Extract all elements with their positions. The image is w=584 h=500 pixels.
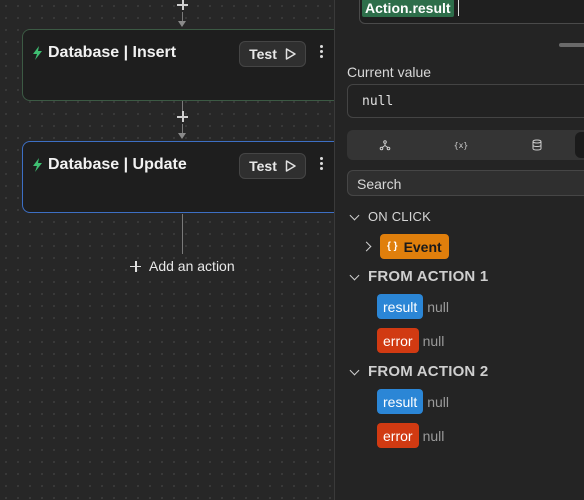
test-button-label: Test [249, 158, 277, 174]
chevron-down-icon [349, 270, 360, 280]
value-text: null [427, 298, 450, 315]
tree-section-on-click[interactable]: ON CLICK [349, 209, 432, 224]
connector-arrow [178, 21, 186, 27]
add-action-button[interactable]: Add an action [130, 258, 235, 274]
connector-line [182, 214, 183, 254]
node-database-insert[interactable]: Database | Insert Test [22, 29, 334, 101]
tree-item-error[interactable]: error null [377, 328, 444, 353]
svg-text:{x}: {x} [454, 141, 468, 150]
value-text: null [427, 393, 450, 410]
tree-item-error[interactable]: error null [377, 423, 444, 448]
variable-icon: {x} [454, 141, 468, 150]
text-caret [458, 0, 459, 16]
value-text: null [422, 332, 445, 349]
result-chip[interactable]: result [377, 294, 424, 319]
chevron-down-icon [349, 365, 360, 375]
node-database-update[interactable]: Database | Update Test [22, 141, 334, 213]
object-braces-icon: { } [387, 241, 398, 252]
node-title: Database | Insert [32, 44, 176, 62]
tree-section-action-2[interactable]: FROM ACTION 2 [349, 363, 489, 380]
section-label: FROM ACTION 2 [368, 363, 489, 380]
more-options-icon[interactable] [318, 157, 324, 173]
plus-icon [130, 260, 141, 272]
error-chip[interactable]: error [377, 423, 419, 448]
event-chip-label: Event [403, 238, 442, 255]
node-title-text: Database | Insert [48, 44, 177, 61]
resize-handle[interactable] [559, 43, 584, 47]
lightning-icon [33, 46, 42, 60]
database-icon [532, 139, 542, 151]
section-label: ON CLICK [368, 209, 432, 224]
current-value-box: null [347, 84, 584, 118]
add-step-plus-icon[interactable] [176, 110, 189, 123]
tab-variables[interactable]: {x} [423, 130, 499, 160]
expression-input[interactable]: Action.result [359, 0, 584, 24]
add-action-label: Add an action [149, 258, 235, 274]
chevron-down-icon [349, 210, 360, 220]
more-options-icon[interactable] [318, 45, 324, 61]
variable-picker-panel: Action.result Current value null {x} Sea… [334, 0, 584, 500]
tree-item-result[interactable]: result null [377, 294, 449, 319]
value-text: null [422, 427, 445, 444]
error-chip[interactable]: error [377, 328, 419, 353]
result-chip[interactable]: result [377, 389, 424, 414]
tree-section-action-1[interactable]: FROM ACTION 1 [349, 268, 489, 285]
current-value-text: null [362, 94, 394, 109]
expression-token[interactable]: Action.result [362, 0, 454, 17]
tree-item-result[interactable]: result null [377, 389, 449, 414]
tab-active[interactable] [575, 132, 584, 158]
node-title: Database | Update [32, 156, 187, 174]
tab-merge[interactable] [347, 130, 423, 160]
merge-icon [379, 140, 391, 151]
workflow-canvas[interactable]: Database | Insert Test Database | Update… [0, 0, 334, 500]
search-input[interactable]: Search [347, 170, 584, 196]
play-icon [285, 48, 296, 60]
test-button-label: Test [249, 46, 277, 62]
play-icon [285, 160, 296, 172]
connector-arrow [178, 133, 186, 139]
tab-database[interactable] [499, 130, 575, 160]
test-button[interactable]: Test [239, 153, 306, 179]
add-step-plus-icon[interactable] [176, 0, 189, 11]
tree-item-event[interactable]: { } Event [361, 234, 449, 259]
test-button[interactable]: Test [239, 41, 306, 67]
section-label: FROM ACTION 1 [368, 268, 489, 285]
event-chip[interactable]: { } Event [380, 234, 449, 259]
chevron-right-icon [361, 241, 372, 252]
picker-tabs: {x} [347, 130, 584, 160]
lightning-icon [33, 158, 42, 172]
current-value-label: Current value [347, 64, 432, 80]
node-title-text: Database | Update [48, 156, 187, 173]
